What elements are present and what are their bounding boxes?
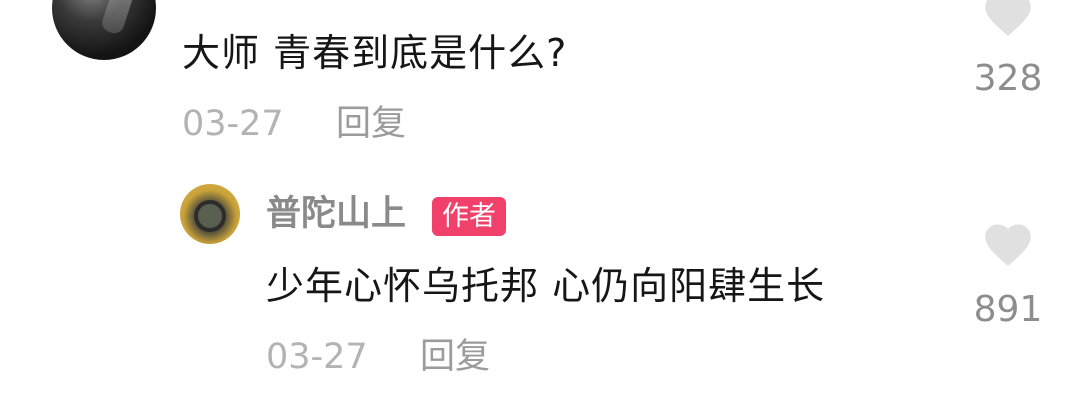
comment-like-count: 328 <box>973 58 1043 99</box>
reply-username[interactable]: 普陀山上 <box>266 197 406 232</box>
reply-text: 少年心怀乌托邦 心仍向阳肆生长 <box>266 264 826 308</box>
reply-author-avatar[interactable] <box>180 184 240 244</box>
avatar-highlight <box>99 0 143 36</box>
comment-like-button[interactable] <box>980 0 1036 38</box>
reply-like-button[interactable] <box>980 218 1036 268</box>
reply-date: 03-27 <box>266 337 368 377</box>
commenter-avatar[interactable] <box>52 0 156 60</box>
heart-icon <box>985 224 1031 267</box>
reply-reply-button[interactable]: 回复 <box>420 340 490 375</box>
comment-reply-button[interactable]: 回复 <box>336 107 406 142</box>
reply-like-count: 891 <box>973 289 1043 330</box>
heart-icon <box>985 0 1031 37</box>
comment-date: 03-27 <box>182 104 284 144</box>
author-badge: 作者 <box>432 197 506 236</box>
comment-text: 大师 青春到底是什么? <box>182 31 568 75</box>
avatar-emblem <box>194 200 226 232</box>
